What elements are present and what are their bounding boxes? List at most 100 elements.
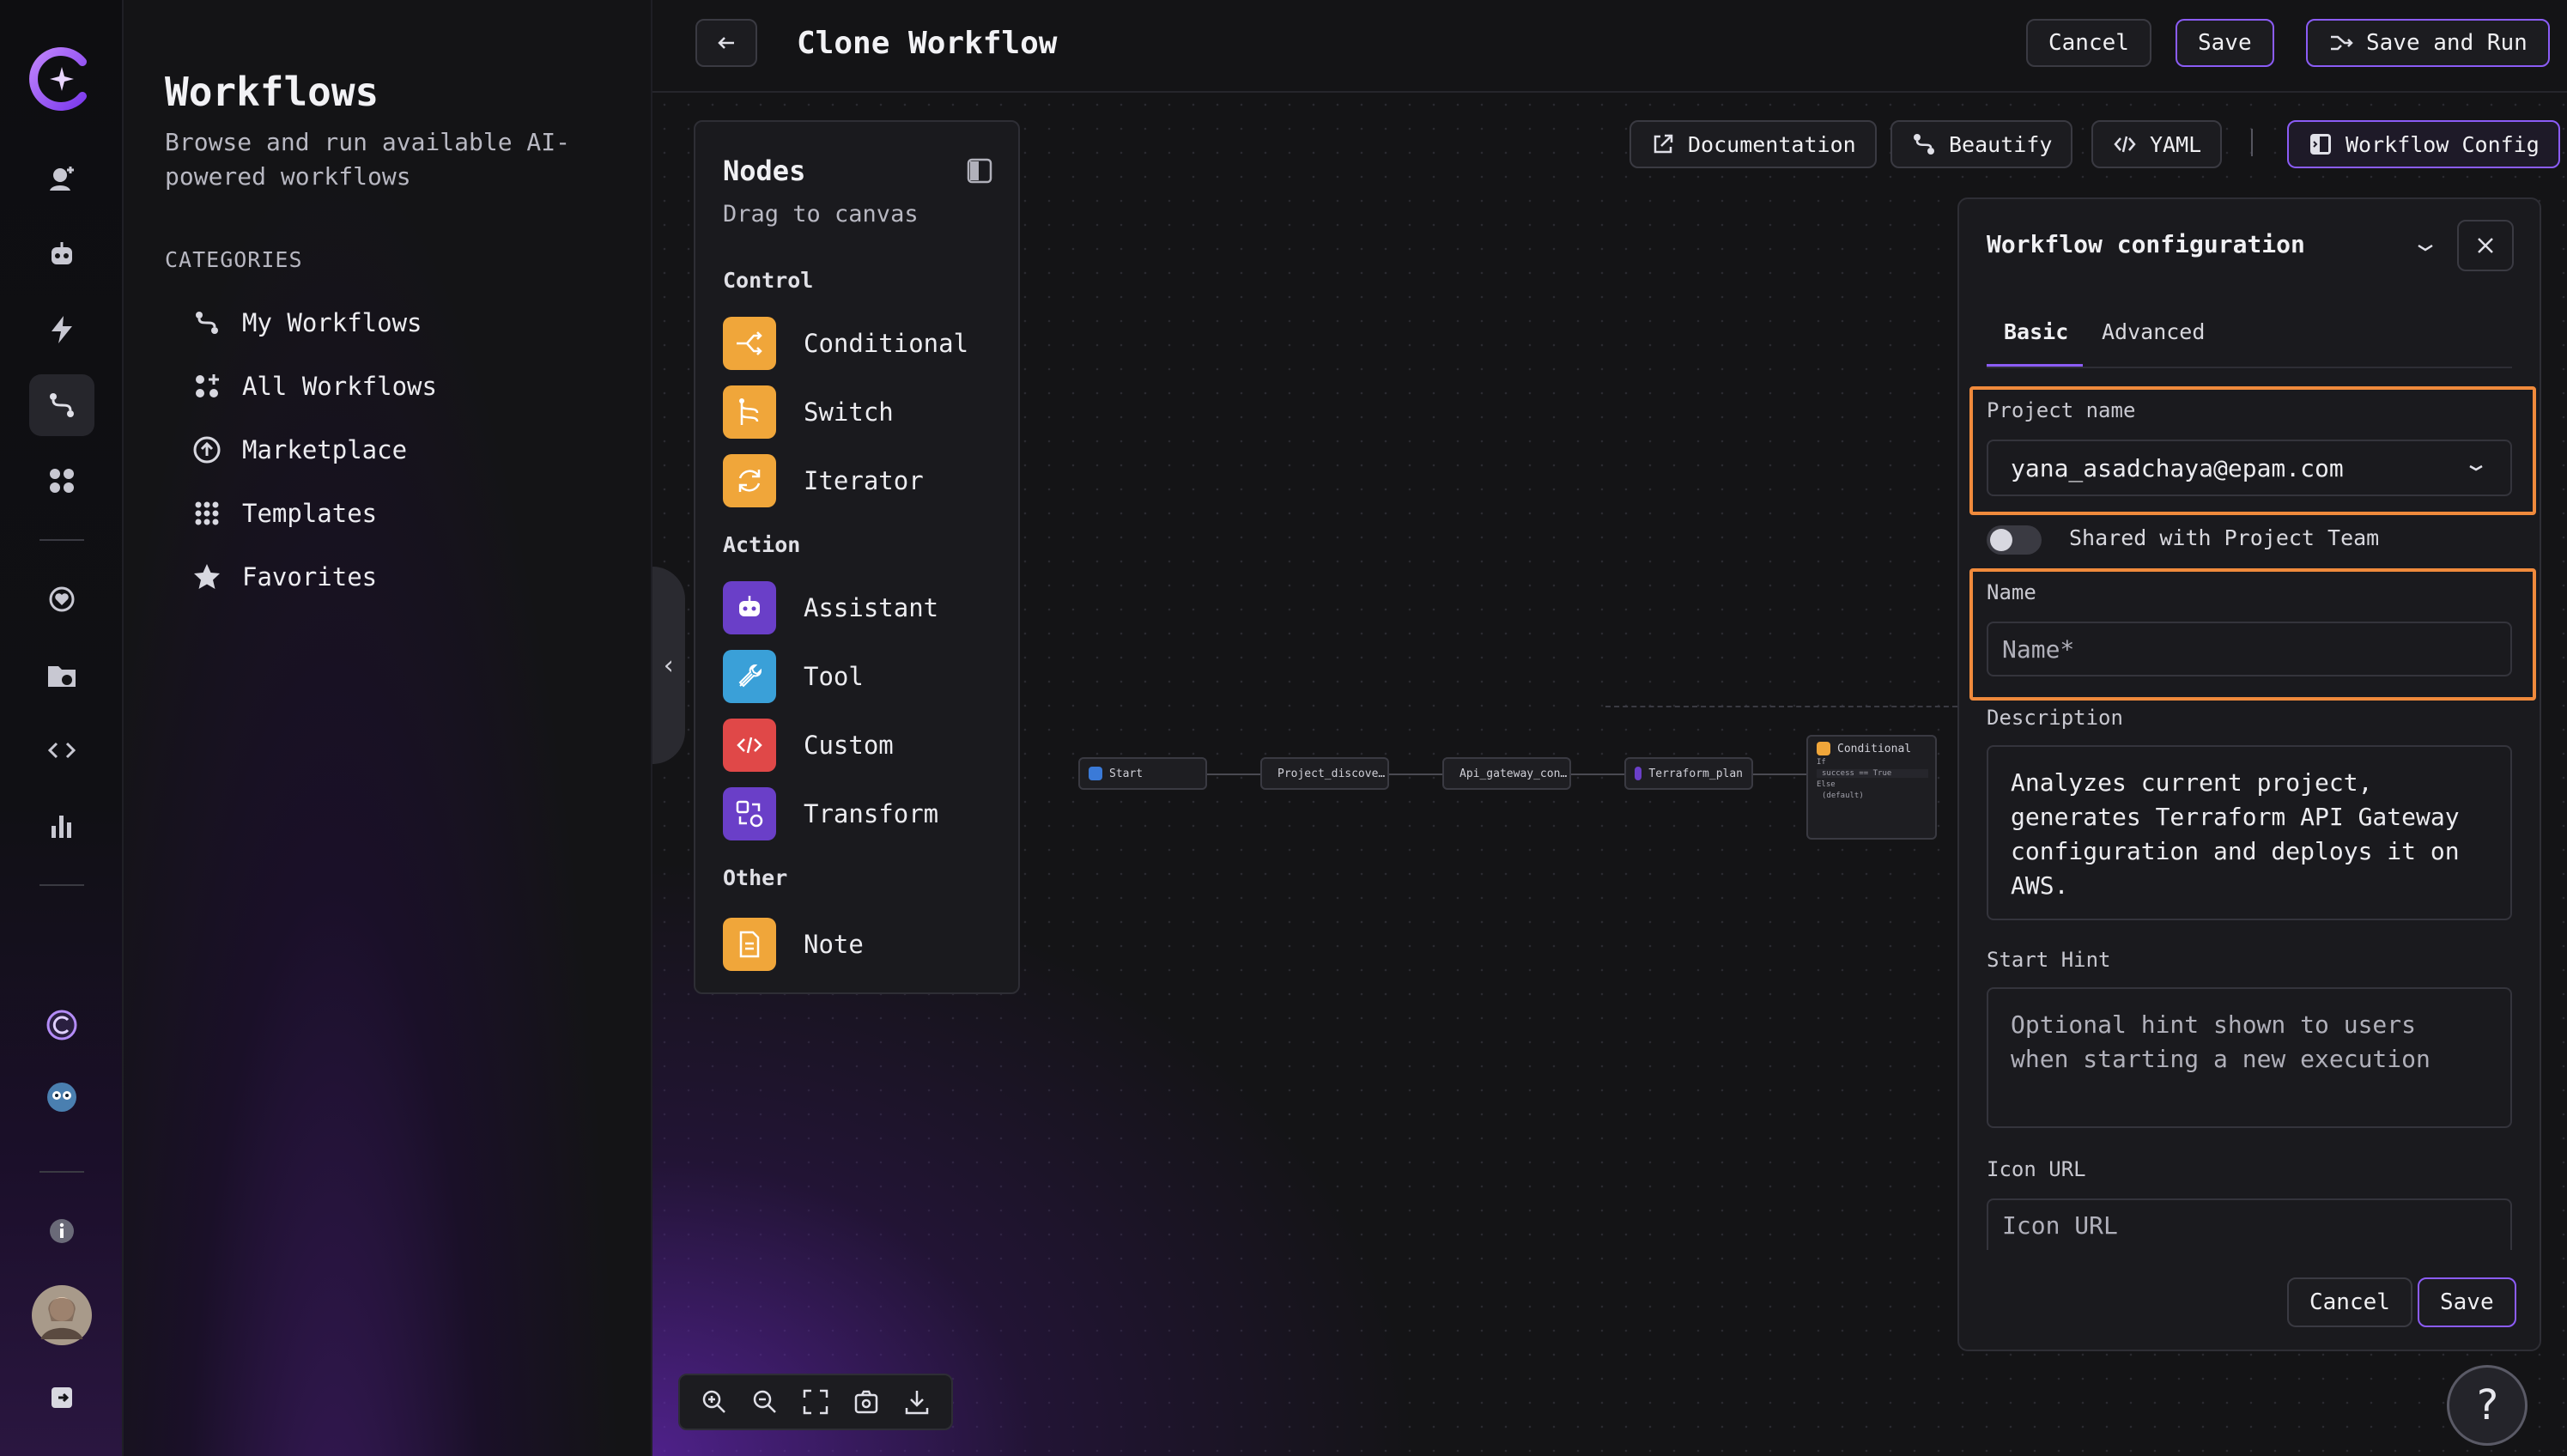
category-favorites[interactable]: Favorites [192,555,377,599]
fit-view-icon[interactable] [801,1387,830,1417]
category-label: Favorites [242,562,378,592]
save-and-run-button[interactable]: Save and Run [2306,19,2550,67]
avatar[interactable] [29,1284,94,1346]
zoom-in-icon[interactable] [700,1387,729,1417]
code-icon [2114,136,2136,153]
my-workflows-icon [196,312,218,334]
project-name-select[interactable]: yana_asadchaya@epam.com [1987,440,2512,496]
start-hint-textarea[interactable]: Optional hint shown to users when starti… [1987,987,2512,1128]
back-button[interactable] [695,19,757,67]
shield-heart-icon[interactable] [29,568,94,630]
node-custom[interactable]: Custom [723,718,894,773]
categories-heading: CATEGORIES [165,247,303,272]
project-name-label: Project name [1987,398,2136,422]
nodes-subtitle: Drag to canvas [723,201,919,228]
workflow-config-button[interactable]: Workflow Config [2287,120,2560,168]
collapse-sidebar-handle[interactable]: ‹ [652,567,685,764]
yaml-button[interactable]: YAML [2091,120,2223,168]
marketplace-icon [193,436,221,464]
workflows-icon[interactable] [29,374,94,436]
category-label: My Workflows [242,308,422,337]
logout-icon[interactable] [29,1367,94,1429]
close-button[interactable] [2457,220,2514,271]
config-title: Workflow configuration [1987,230,2305,258]
categories-panel: Workflows Browse and run available AI-po… [124,0,652,1456]
lightning-icon[interactable] [29,299,94,361]
category-all-workflows[interactable]: All Workflows [192,364,437,409]
bot-icon[interactable] [29,223,94,285]
assistant-node-icon [1635,767,1642,780]
config-save-button[interactable]: Save [2418,1277,2516,1327]
workflow-node-project-discovery[interactable]: Project_discove… [1260,757,1389,790]
section-action: Action [723,532,801,557]
chevron-down-icon[interactable] [2411,234,2440,263]
screenshot-icon[interactable] [852,1387,881,1417]
app-logo-icon[interactable] [26,43,98,115]
help-button[interactable]: ? [2447,1365,2528,1446]
conditional-node-icon [1817,742,1830,755]
canvas-controls [678,1374,953,1430]
icon-url-input[interactable]: Icon URL [1987,1198,2512,1250]
workflow-node-conditional[interactable]: Conditional If success == True Else (def… [1806,735,1937,840]
code-icon[interactable] [29,719,94,781]
zoom-out-icon[interactable] [750,1387,780,1417]
external-link-icon [1654,134,1673,154]
nodes-title: Nodes [723,155,806,187]
download-icon[interactable] [902,1387,932,1417]
save-button[interactable]: Save [2176,19,2274,67]
close-icon [2478,238,2493,253]
save-and-run-label: Save and Run [2366,30,2528,56]
info-icon[interactable] [29,1200,94,1262]
all-workflows-icon [196,374,219,397]
panel-icon [2310,134,2331,155]
category-label: Templates [242,499,378,528]
description-textarea[interactable]: Analyzes current project, generates Terr… [1987,745,2512,920]
analytics-icon[interactable] [29,795,94,857]
wrench-icon [723,650,776,703]
panel-collapse-icon[interactable] [965,156,994,185]
category-my-workflows[interactable]: My Workflows [192,300,422,345]
tab-advanced[interactable]: Advanced [2102,319,2205,344]
workflow-node-terraform-plan[interactable]: Terraform_plan [1624,757,1753,790]
cancel-button[interactable]: Cancel [2026,19,2151,67]
assistants-add-icon[interactable] [29,148,94,209]
brand-circle-icon[interactable] [29,994,94,1056]
workflow-node-api-gateway[interactable]: Api_gateway_con… [1442,757,1571,790]
shared-toggle[interactable] [1987,525,2042,555]
assistant-icon [723,581,776,634]
folder-link-icon[interactable] [29,644,94,706]
page-title: Workflows [165,69,379,115]
star-icon [194,564,220,589]
beautify-button[interactable]: Beautify [1890,120,2073,168]
nodes-panel: Nodes Drag to canvas Control Conditional… [694,120,1020,994]
tab-basic[interactable]: Basic [2004,319,2068,344]
name-label: Name [1987,580,2036,604]
category-marketplace[interactable]: Marketplace [192,428,407,472]
node-note[interactable]: Note [723,917,864,972]
note-icon [723,918,776,971]
node-iterator[interactable]: Iterator [723,453,924,508]
node-tool[interactable]: Tool [723,649,864,704]
workflow-node-start[interactable]: Start [1078,757,1207,790]
category-templates[interactable]: Templates [192,491,377,536]
transform-icon [723,787,776,840]
owl-icon[interactable] [29,1066,94,1128]
config-cancel-button[interactable]: Cancel [2287,1277,2412,1327]
node-transform[interactable]: Transform [723,786,938,841]
apps-icon[interactable] [29,450,94,512]
section-control: Control [723,268,814,293]
documentation-button[interactable]: Documentation [1629,120,1877,168]
switch-icon [723,385,776,439]
header-bar: Clone Workflow Cancel Save Save and Run [652,0,2567,93]
arrow-left-icon [718,37,734,49]
start-hint-label: Start Hint [1987,948,2111,972]
name-input[interactable]: Name* [1987,622,2512,676]
workflow-title: Clone Workflow [797,26,1058,61]
start-node-icon [1089,767,1102,780]
node-conditional[interactable]: Conditional [723,316,968,371]
node-switch[interactable]: Switch [723,385,894,440]
page-subtitle: Browse and run available AI-powered work… [165,128,571,191]
category-label: All Workflows [242,372,437,401]
chevron-down-icon [2469,464,2483,471]
node-assistant[interactable]: Assistant [723,580,938,635]
